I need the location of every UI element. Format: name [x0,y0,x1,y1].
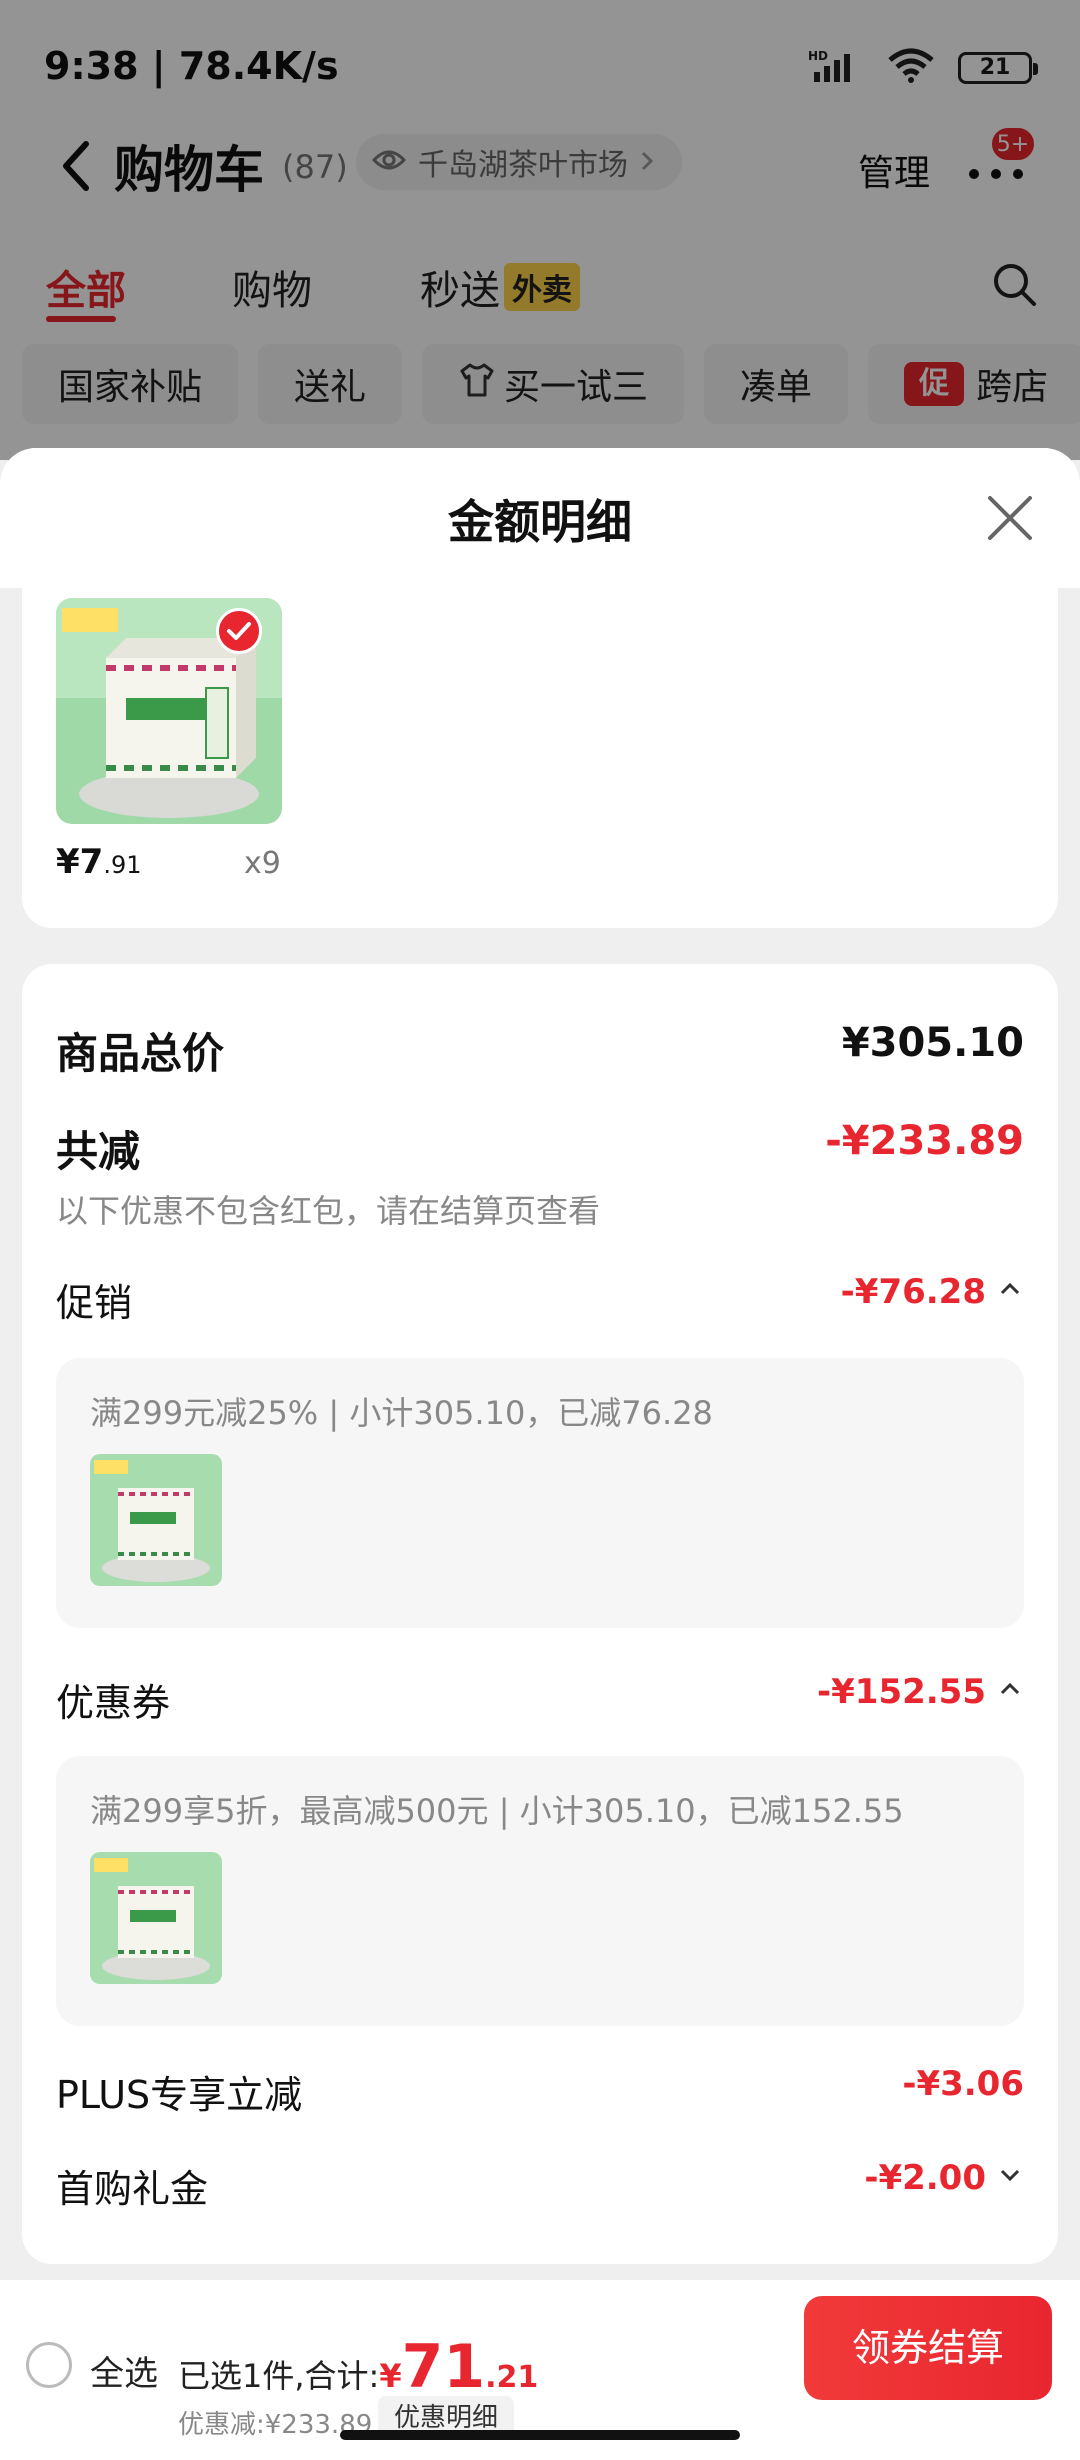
promo-product-thumb [90,1454,222,1586]
total-price-value: ¥305.10 [841,1020,1024,1066]
reduce-hint: 以下优惠不包含红包，请在结算页查看 [56,1192,601,1230]
product-quantity: x9 [244,846,281,881]
first-purchase-label: 首购礼金 [56,2167,209,2211]
selected-summary: 已选1件,合计:¥71.21 [178,2332,538,2402]
plus-row: PLUS专享立减 -¥3.06 [56,2064,1024,2118]
checkout-button[interactable]: 领券结算 [804,2296,1052,2400]
check-icon[interactable] [216,608,262,654]
plus-value: -¥3.06 [902,2064,1024,2104]
coupon-value-group: -¥152.55 [817,1672,1024,1712]
total-amount-dec: .21 [485,2360,539,2395]
total-reduce-value: -¥233.89 [825,1118,1024,1164]
select-all-label[interactable]: 全选 [90,2346,158,2395]
coupon-detail-box: 满299享5折，最高减500元 | 小计305.10，已减152.55 [56,1756,1024,2026]
total-reduce-label: 共减 [56,1127,141,1176]
selected-label: 已选1件,合计: [178,2357,380,2395]
chevron-up-icon[interactable] [996,1272,1024,1312]
total-price-label: 商品总价 [56,1029,225,1078]
select-all-checkbox[interactable] [26,2342,72,2388]
coupon-value: -¥152.55 [817,1672,986,1712]
product-price-int: ¥7 [56,842,104,882]
coupon-label: 优惠券 [56,1681,171,1725]
product-price: ¥7.91 [56,842,142,882]
product-price-dec: .91 [103,851,142,879]
promo-detail-text: 满299元减25% | 小计305.10，已减76.28 [90,1394,713,1432]
coupon-detail-text: 满299享5折，最高减500元 | 小计305.10，已减152.55 [90,1792,904,1830]
coupon-row[interactable]: 优惠券 -¥152.55 [56,1672,1024,1726]
total-amount-int: 71 [401,2332,486,2402]
sheet-header: 金额明细 [0,448,1080,588]
checkout-bar: 全选 已选1件,合计:¥71.21 优惠减:¥233.89 优惠明细 领券结算 [0,2280,1080,2460]
total-reduce-row: 共减 -¥233.89 [56,1118,1024,1178]
promo-row[interactable]: 促销 -¥76.28 [56,1272,1024,1326]
total-price-row: 商品总价 ¥305.10 [56,1020,1024,1080]
modal-backdrop[interactable] [0,0,1080,460]
amount-detail-sheet: 金额明细 ¥7.91 x9 商品总价 ¥305.10 共减 -¥233.89 以… [0,448,1080,2288]
summary-card: 商品总价 ¥305.10 共减 -¥233.89 以下优惠不包含红包，请在结算页… [22,964,1058,2264]
promo-detail-box: 满299元减25% | 小计305.10，已减76.28 [56,1358,1024,1628]
coupon-product-thumb [90,1852,222,1984]
first-purchase-value: -¥2.00 [864,2158,986,2198]
first-purchase-row[interactable]: 首购礼金 -¥2.00 [56,2158,1024,2212]
close-icon[interactable] [984,492,1036,544]
plus-label: PLUS专享立减 [56,2073,303,2117]
promo-value-group: -¥76.28 [841,1272,1024,1312]
sheet-title: 金额明细 [448,495,632,549]
chevron-up-icon[interactable] [996,1672,1024,1712]
home-indicator[interactable] [340,2430,740,2440]
promo-value: -¥76.28 [840,1272,986,1312]
first-purchase-value-group: -¥2.00 [864,2158,1024,2198]
total-currency: ¥ [379,2357,402,2395]
promo-label: 促销 [56,1281,133,1325]
product-card: ¥7.91 x9 [22,588,1058,928]
chevron-down-icon[interactable] [996,2158,1024,2198]
